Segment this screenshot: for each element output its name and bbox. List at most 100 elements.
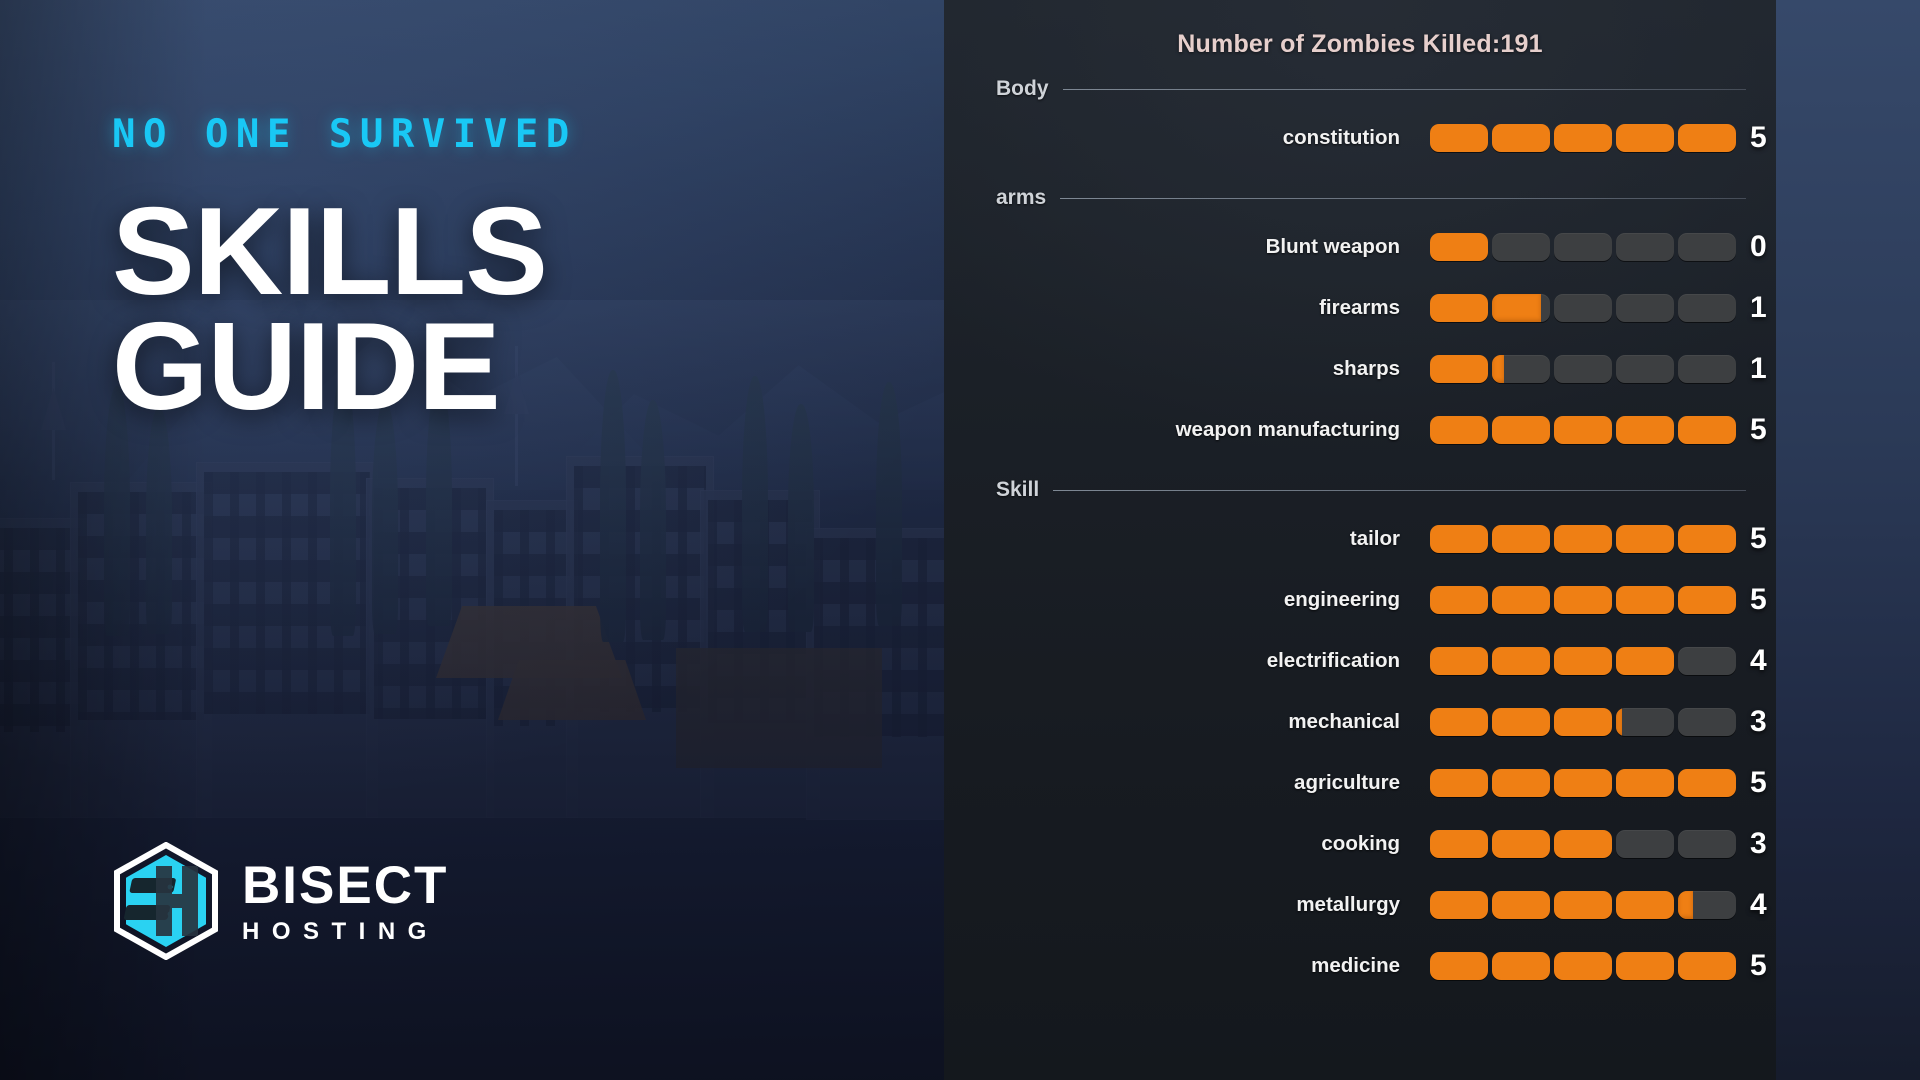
skill-row[interactable]: weapon manufacturing 5 [944, 399, 1776, 460]
section-divider [1053, 489, 1746, 491]
pip-empty [1616, 293, 1674, 322]
pip-empty [1492, 232, 1550, 261]
pip-filled [1430, 951, 1488, 980]
page-title-line-2: GUIDE [112, 298, 501, 437]
skill-progress-pips [1430, 415, 1736, 444]
skill-value: 5 [1750, 120, 1767, 154]
panel-right-background [1776, 0, 1920, 1080]
pip-filled [1616, 123, 1674, 152]
pip-filled [1554, 123, 1612, 152]
skill-progress-pips [1430, 524, 1736, 553]
skill-progress-pips [1430, 707, 1736, 736]
pip-fill [1678, 890, 1693, 919]
skill-row[interactable]: firearms 1 [944, 277, 1776, 338]
skill-name: firearms [1319, 295, 1400, 319]
skill-name: sharps [1332, 356, 1400, 380]
skill-section: arms Blunt weapon 0 firearms 1 sharps 1 weapon … [944, 186, 1776, 460]
pip-filled [1430, 354, 1488, 383]
logo-brand-secondary: HOSTING [242, 917, 439, 945]
skill-row[interactable]: constitution 5 [944, 107, 1776, 168]
pip-filled [1430, 415, 1488, 444]
pip-filled [1554, 951, 1612, 980]
skill-value: 4 [1750, 887, 1767, 921]
section-header: arms [944, 186, 1776, 210]
pip-fill [1492, 354, 1504, 383]
skill-name: engineering [1283, 587, 1400, 611]
pip-filled [1492, 646, 1550, 675]
skill-name: constitution [1282, 125, 1400, 149]
pip-empty [1616, 829, 1674, 858]
bisect-hosting-logo[interactable]: BISECT HOSTING [112, 841, 449, 961]
pip-filled [1678, 951, 1736, 980]
skill-value: 5 [1750, 582, 1767, 616]
pip-filled [1554, 829, 1612, 858]
skill-progress-pips [1430, 890, 1736, 919]
section-divider [1060, 197, 1746, 199]
pip-filled [1678, 524, 1736, 553]
skill-rows: Blunt weapon 0 firearms 1 sharps 1 weapon manu… [944, 216, 1776, 460]
skill-value: 5 [1750, 948, 1767, 982]
pip-filled [1554, 585, 1612, 614]
skill-progress-pips [1430, 293, 1736, 322]
pip-filled [1430, 829, 1488, 858]
skill-row[interactable]: tailor 5 [944, 508, 1776, 569]
skill-value: 5 [1750, 765, 1767, 799]
skill-value: 4 [1750, 643, 1767, 677]
pip-filled [1616, 585, 1674, 614]
skill-name: agriculture [1294, 770, 1400, 794]
skill-value: 0 [1750, 229, 1767, 263]
pip-filled [1492, 524, 1550, 553]
skill-row[interactable]: sharps 1 [944, 338, 1776, 399]
skill-sections: Body constitution 5 arms Blunt weapon 0 firear… [944, 77, 1776, 996]
skill-rows: tailor 5 engineering 5 electrification 4 mecha… [944, 508, 1776, 996]
skill-row[interactable]: agriculture 5 [944, 752, 1776, 813]
pip-filled [1430, 890, 1488, 919]
pip-filled [1554, 707, 1612, 736]
pip-filled [1492, 123, 1550, 152]
logo-brand-primary: BISECT [242, 855, 449, 915]
skill-row[interactable]: metallurgy 4 [944, 874, 1776, 935]
section-header: Body [944, 77, 1776, 101]
pip-filled [1430, 123, 1488, 152]
skill-row[interactable]: medicine 5 [944, 935, 1776, 996]
skill-row[interactable]: mechanical 3 [944, 691, 1776, 752]
pip-partial [1616, 707, 1674, 736]
pip-filled [1430, 293, 1488, 322]
pip-filled [1616, 415, 1674, 444]
skill-row[interactable]: cooking 3 [944, 813, 1776, 874]
skill-value: 3 [1750, 826, 1767, 860]
skill-row[interactable]: engineering 5 [944, 569, 1776, 630]
pip-filled [1492, 890, 1550, 919]
pip-filled [1554, 524, 1612, 553]
pip-filled [1678, 415, 1736, 444]
pip-empty [1554, 293, 1612, 322]
skill-progress-pips [1430, 646, 1736, 675]
pip-empty [1678, 293, 1736, 322]
pip-fill [1616, 707, 1622, 736]
pip-filled [1678, 585, 1736, 614]
skill-name: tailor [1349, 526, 1400, 550]
section-header: Skill [944, 478, 1776, 502]
pip-filled [1554, 768, 1612, 797]
skill-row[interactable]: electrification 4 [944, 630, 1776, 691]
pip-filled [1554, 646, 1612, 675]
pip-filled [1492, 951, 1550, 980]
skill-name: metallurgy [1296, 892, 1400, 916]
pip-empty [1678, 232, 1736, 261]
skill-rows: constitution 5 [944, 107, 1776, 168]
pip-fill [1492, 293, 1542, 322]
skill-name: mechanical [1288, 709, 1400, 733]
pip-filled [1678, 123, 1736, 152]
section-label: Body [996, 77, 1049, 100]
hero-text-block: NO ONE SURVIVED SKILLS GUIDE [112, 112, 577, 437]
skill-row[interactable]: Blunt weapon 0 [944, 216, 1776, 277]
pip-filled [1492, 707, 1550, 736]
pip-filled [1616, 768, 1674, 797]
pip-filled [1554, 890, 1612, 919]
skills-guide-infographic: NO ONE SURVIVED SKILLS GUIDE BISECT HOST… [0, 0, 1920, 1080]
skill-progress-pips [1430, 354, 1736, 383]
pip-filled [1430, 768, 1488, 797]
skill-name: medicine [1311, 953, 1400, 977]
skill-section: Body constitution 5 [944, 77, 1776, 168]
skill-value: 5 [1750, 412, 1767, 446]
